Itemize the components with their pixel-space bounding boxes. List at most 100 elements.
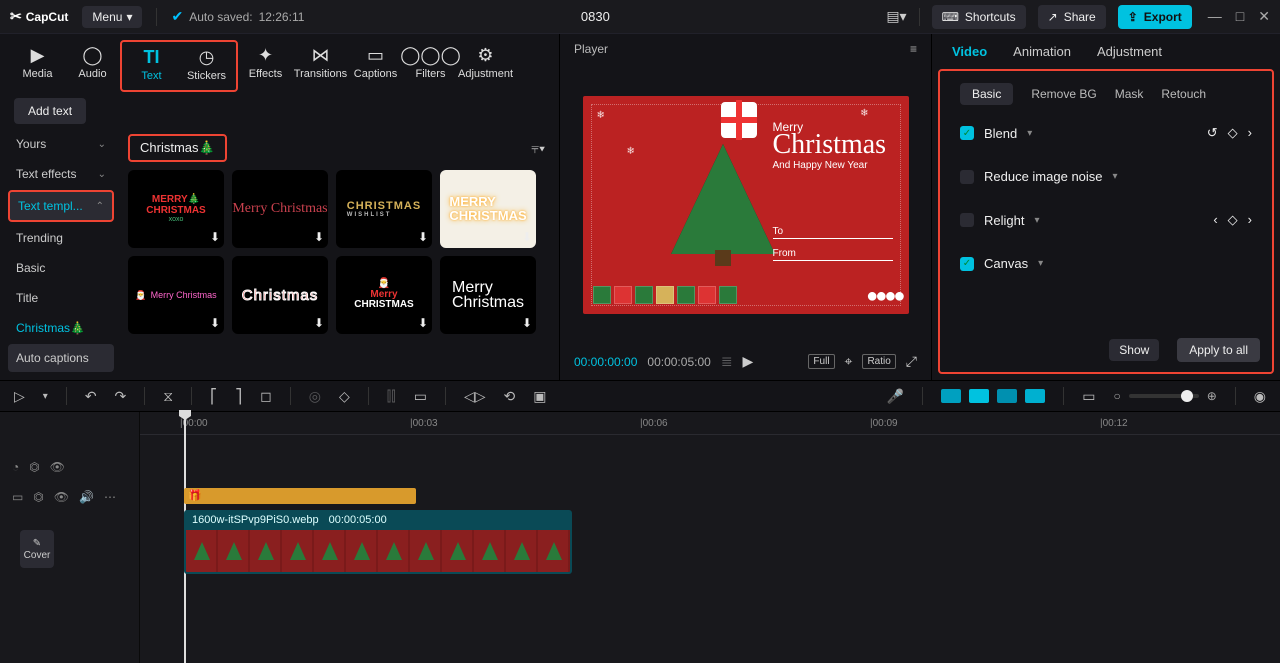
trim-left-icon[interactable]: ⎡ <box>210 388 217 405</box>
play-icon[interactable]: ▶ <box>743 353 754 370</box>
prop-canvas[interactable]: ✓ Canvas▾ <box>946 242 1266 285</box>
group-icon[interactable]: ⫿⫿ <box>387 388 396 405</box>
download-icon[interactable]: ⬇ <box>314 316 324 330</box>
template-8[interactable]: MerryChristmas⬇ <box>440 256 536 334</box>
marker-icon[interactable]: ◇ <box>339 388 350 405</box>
keyframe-icon[interactable]: ◇ <box>1228 125 1238 141</box>
crop2-icon[interactable]: ▣ <box>533 388 546 405</box>
player-menu-icon[interactable]: ≡ <box>910 42 917 56</box>
magnet-buttons[interactable] <box>941 389 1045 403</box>
checkbox-on-icon[interactable]: ✓ <box>960 257 974 271</box>
layout-icon[interactable]: ▤▾ <box>886 8 906 25</box>
cover-button[interactable]: ✎Cover <box>20 530 54 568</box>
cat-title[interactable]: Title <box>8 284 114 312</box>
video-clip[interactable]: 1600w-itSPvp9PiS0.webp00:00:05:00 <box>184 510 572 574</box>
cat-yours[interactable]: Yours⌄ <box>8 130 114 158</box>
preview-canvas[interactable]: ❄ ❄ ❄ Merry Christmas And Happy New Year… <box>583 96 909 314</box>
preview-icon[interactable]: ▭ <box>1082 388 1095 405</box>
cat-trending[interactable]: Trending <box>8 224 114 252</box>
template-3[interactable]: CHRISTMASWISHLIST⬇ <box>336 170 432 248</box>
checkbox-off-icon[interactable] <box>960 170 974 184</box>
download-icon[interactable]: ⬇ <box>418 316 428 330</box>
record-icon[interactable]: ◎ <box>309 388 321 405</box>
menu-button[interactable]: Menu▾ <box>82 6 142 28</box>
adjust-icon[interactable]: ▭ <box>414 388 427 405</box>
template-5[interactable]: 🎅 Merry Christmas⬇ <box>128 256 224 334</box>
download-icon[interactable]: ⬇ <box>522 316 532 330</box>
tab-stickers[interactable]: ◷Stickers <box>179 42 234 90</box>
share-button[interactable]: ↗Share <box>1038 5 1106 29</box>
rtab-video[interactable]: Video <box>952 44 987 59</box>
cursor-tool-icon[interactable]: ▷ <box>14 388 25 405</box>
cat-christmas[interactable]: Christmas🎄 <box>8 314 114 342</box>
rotate-icon[interactable]: ⟲ <box>503 388 515 405</box>
subtab-basic[interactable]: Basic <box>960 83 1013 105</box>
cat-auto-captions[interactable]: Auto captions <box>8 344 114 372</box>
keyframe-icon[interactable]: ◇ <box>1228 212 1238 228</box>
download-icon[interactable]: ⬇ <box>210 316 220 330</box>
zoom-out-icon[interactable]: ○ <box>1113 389 1120 403</box>
download-icon[interactable]: ⬇ <box>418 230 428 244</box>
tab-adjustment[interactable]: ⚙Adjustment <box>458 40 513 92</box>
apply-to-all-button[interactable]: Apply to all <box>1177 338 1260 362</box>
fit-icon[interactable]: ◉ <box>1254 388 1266 405</box>
close-icon[interactable]: ✕ <box>1258 8 1270 25</box>
tab-effects[interactable]: ✦Effects <box>238 40 293 92</box>
zoom-in-icon[interactable]: ⊕ <box>1207 389 1217 403</box>
rtab-animation[interactable]: Animation <box>1013 44 1071 59</box>
focus-icon[interactable]: ⌖ <box>845 353 853 370</box>
template-2[interactable]: Merry Christmas⬇ <box>232 170 328 248</box>
template-7[interactable]: 🎅MerryCHRISTMAS⬇ <box>336 256 432 334</box>
export-button[interactable]: ⇪Export <box>1118 5 1192 29</box>
lock-icon[interactable]: ⏣ <box>29 460 39 474</box>
redo-icon[interactable]: ↷ <box>115 388 127 405</box>
download-icon[interactable]: ⬇ <box>522 230 532 244</box>
tab-media[interactable]: ▶Media <box>10 40 65 92</box>
filter-icon[interactable]: ⫧▾ <box>531 140 545 157</box>
tab-audio[interactable]: ◯Audio <box>65 40 120 92</box>
template-6[interactable]: Christmas⬇ <box>232 256 328 334</box>
tab-transitions[interactable]: ⋈Transitions <box>293 40 348 92</box>
add-text-button[interactable]: Add text <box>14 98 86 124</box>
zoom-slider[interactable] <box>1129 394 1199 398</box>
download-icon[interactable]: ⬇ <box>314 230 324 244</box>
expand-icon[interactable]: ⤢ <box>906 353 917 370</box>
reset-icon[interactable]: ↺ <box>1207 125 1218 141</box>
template-4[interactable]: MERRYCHRISTMAS⬇ <box>440 170 536 248</box>
prop-blend[interactable]: ✓ Blend▾ ↺◇› <box>946 111 1266 155</box>
cat-text-effects[interactable]: Text effects⌄ <box>8 160 114 188</box>
prop-reduce-noise[interactable]: Reduce image noise▾ <box>946 155 1266 198</box>
ratio-button[interactable]: Ratio <box>862 354 895 369</box>
mic-icon[interactable]: 🎤 <box>887 388 904 405</box>
clock-icon[interactable]: ◔ <box>12 460 19 474</box>
subtab-mask[interactable]: Mask <box>1115 87 1144 101</box>
split-icon[interactable]: ⧖ <box>163 388 173 405</box>
download-icon[interactable]: ⬇ <box>210 230 220 244</box>
minimize-icon[interactable]: — <box>1208 8 1222 25</box>
shortcuts-button[interactable]: ⌨Shortcuts <box>932 5 1026 29</box>
audio-clip[interactable]: 🎁 <box>184 488 416 504</box>
maximize-icon[interactable]: □ <box>1236 8 1244 25</box>
undo-icon[interactable]: ↶ <box>85 388 97 405</box>
subtab-retouch[interactable]: Retouch <box>1161 87 1206 101</box>
full-button[interactable]: Full <box>808 354 834 369</box>
rtab-adjustment[interactable]: Adjustment <box>1097 44 1162 59</box>
cat-basic[interactable]: Basic <box>8 254 114 282</box>
tab-captions[interactable]: ▭Captions <box>348 40 403 92</box>
checkbox-on-icon[interactable]: ✓ <box>960 126 974 140</box>
tab-text[interactable]: TIText <box>124 42 179 90</box>
crop-icon[interactable]: ◻ <box>260 388 272 405</box>
tab-filters[interactable]: ◯◯◯Filters <box>403 40 458 92</box>
time-ruler[interactable]: |00:00 |00:03 |00:06 |00:09 |00:12 <box>140 412 1280 440</box>
search-term[interactable]: Christmas🎄 <box>128 134 227 162</box>
track-controls-1[interactable]: ◔ ⏣ 👁 <box>12 452 127 482</box>
track-controls-2[interactable]: ▭⏣👁🔊⋯ <box>12 482 116 512</box>
eye-icon[interactable]: 👁 <box>50 460 65 474</box>
prop-relight[interactable]: Relight▾ ‹◇› <box>946 198 1266 242</box>
trim-right-icon[interactable]: ⎤ <box>235 388 242 405</box>
checkbox-off-icon[interactable] <box>960 213 974 227</box>
subtab-removebg[interactable]: Remove BG <box>1031 87 1096 101</box>
template-1[interactable]: MERRY🎄CHRISTMASxoxo⬇ <box>128 170 224 248</box>
project-title[interactable]: 0830 <box>318 9 872 24</box>
mirror-icon[interactable]: ◁▷ <box>464 388 486 405</box>
